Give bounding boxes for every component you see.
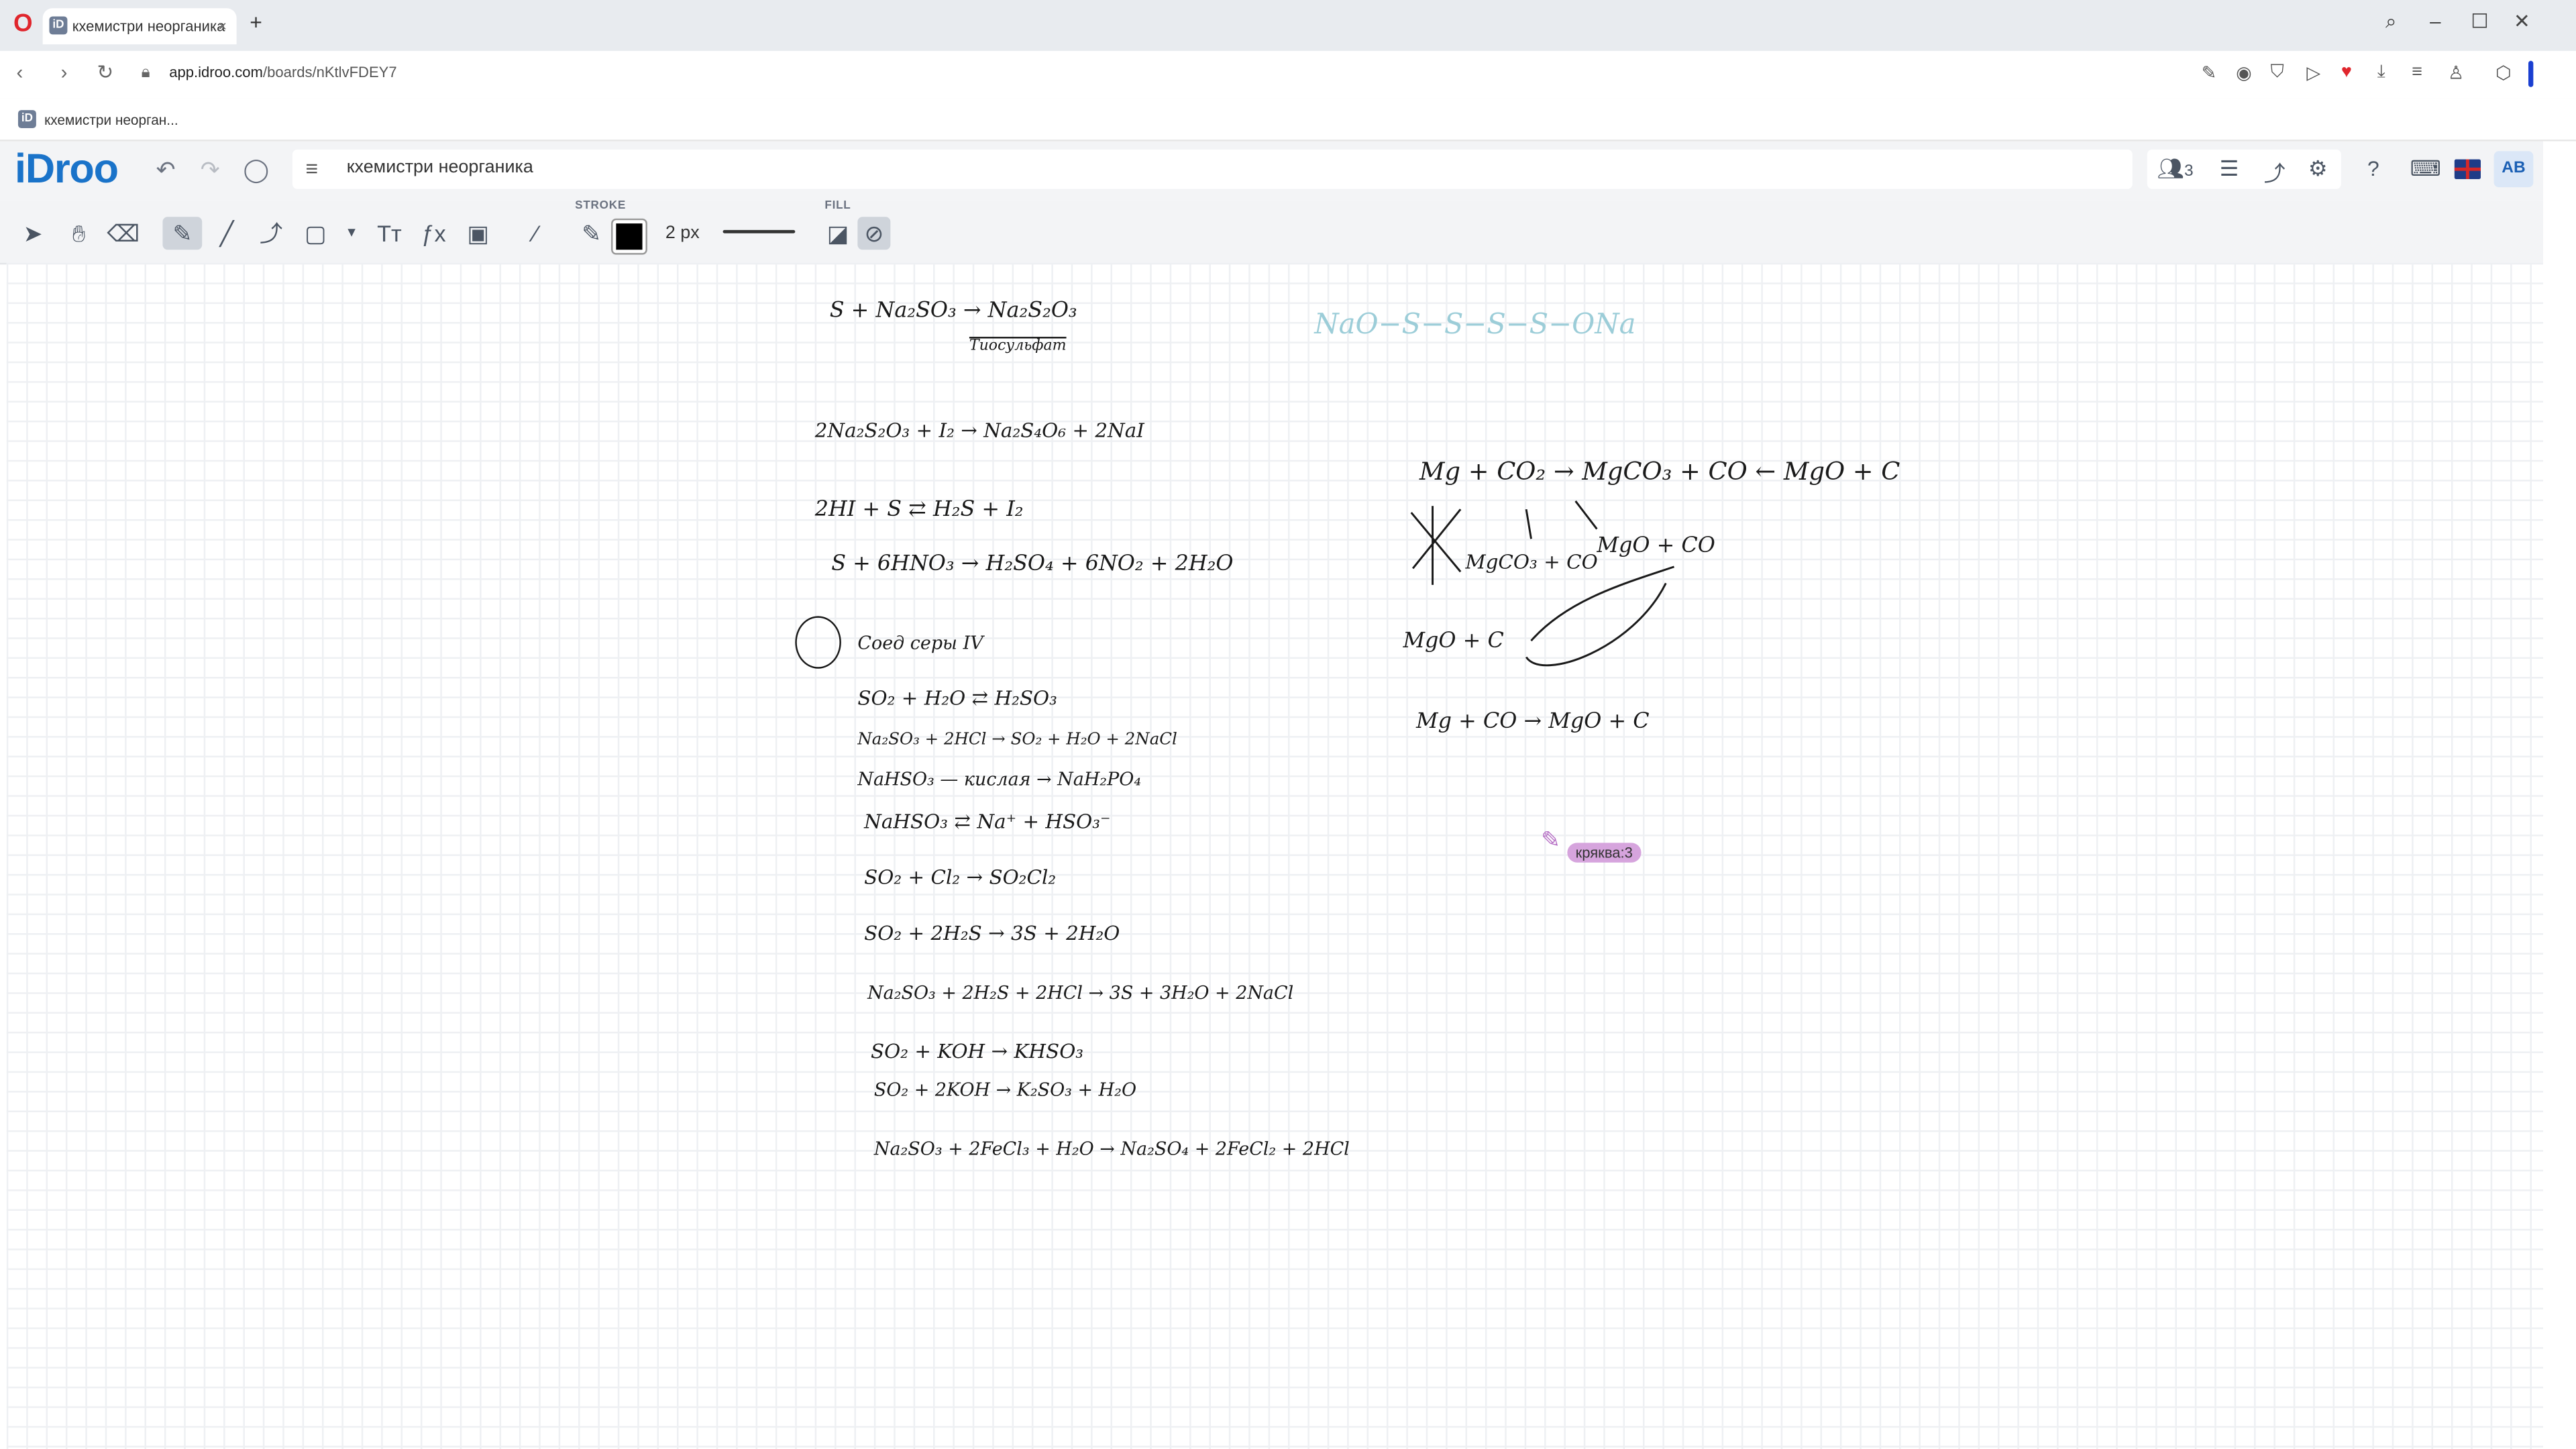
redo-icon[interactable]: ↷ [201,156,220,184]
pen-strokes [1410,500,1674,667]
polyline-tool-icon[interactable]: ⤴ [255,217,288,250]
extension-cube-icon[interactable]: ⬡ [2496,62,2512,84]
camera-icon[interactable]: ◉ [2236,62,2252,84]
bookmark-item[interactable]: кхемистри неорган... [44,112,178,128]
uk-flag-icon[interactable] [2454,159,2481,179]
hand-pan-icon[interactable]: ✋︎ [62,217,95,250]
play-icon[interactable]: ▷ [2306,62,2320,84]
download-icon[interactable]: ⤓ [2377,62,2385,84]
screen: O iD кхемистри неорганика × + ⌕ – ☐ ✕ ‹ … [0,0,2576,1449]
browser-tabstrip: O iD кхемистри неорганика × + ⌕ – ☐ ✕ [0,0,2576,51]
forward-icon[interactable]: › [61,61,68,84]
chat-icon[interactable]: ☰ [2220,156,2239,182]
line-tool-icon[interactable]: ╱ [210,217,243,250]
pen-tool-icon[interactable]: ✎ [162,217,203,250]
undo-icon[interactable]: ↶ [156,156,176,184]
back-icon[interactable]: ‹ [16,61,23,84]
url-domain: app.idroo.com [169,64,263,81]
hamburger-menu-icon[interactable]: ≡ [306,156,319,181]
sync-icon[interactable]: ◯ [243,156,268,184]
rectangle-tool-icon[interactable]: ▢ [299,217,332,250]
shield-icon[interactable]: ⛉ [2271,62,2284,84]
users-count: 3 [2184,162,2194,181]
idroo-logo[interactable]: iDroo [15,146,119,194]
stroke-style-sample[interactable] [722,229,796,233]
tab-title: кхемистри неорганика [72,17,225,35]
formula-tool-icon[interactable]: ƒx [417,217,450,250]
search-tabs-icon[interactable]: ⌕ [2385,10,2396,35]
whiteboard-canvas[interactable]: S + Na₂SO₃ → Na₂S₂O₃ Тиосульфат 2Na₂S₂O₃… [6,262,2544,1449]
text-tool-icon[interactable]: Tт [373,217,406,250]
select-cursor-icon[interactable]: ➤ [16,217,49,250]
arrow-strokes [1525,500,1598,539]
collaborator-name-tag: кряква:3 [1567,843,1642,863]
help-icon[interactable]: ? [2367,156,2379,181]
minimize-icon[interactable]: – [2430,10,2440,33]
close-window-icon[interactable]: ✕ [2514,10,2530,33]
right-gutter [2543,141,2576,1449]
profile-icon[interactable]: ♙ [2448,62,2464,84]
url-path: /boards/nKtlvFDEY7 [262,64,397,81]
idroo-favicon-icon: iD [49,16,68,35]
users-icon[interactable]: 👥︎3 [2157,156,2194,182]
stroke-group-label: STROKE [575,200,627,212]
no-fill-icon[interactable]: ⊘ [857,217,891,250]
reload-icon[interactable]: ↻ [97,61,113,84]
board-title[interactable]: кхемистри неорганика [347,158,533,177]
collaborator-pen-icon: ✎ [1541,826,1560,853]
maximize-icon[interactable]: ☐ [2471,10,2488,33]
keyboard-icon[interactable]: ⌨ [2410,156,2441,182]
heart-icon[interactable]: ♥ [2341,62,2352,82]
lock-icon: 🔒︎ [141,64,150,83]
bookmark-bar: iD кхемистри неорган... [0,98,2576,142]
stroke-pen-icon[interactable]: ✎ [575,217,608,250]
eyedropper-icon[interactable]: ⁄ [519,217,552,250]
address-bar: ‹ › ↻ 🔒︎ app.idroo.com/boards/nKtlvFDEY7… [0,50,2576,101]
user-avatar[interactable]: AB [2493,151,2534,188]
asterisk-stroke [1410,506,1462,585]
fill-group-label: FILL [824,200,851,212]
close-tab-icon[interactable]: × [218,8,227,44]
image-tool-icon[interactable]: ▣ [462,217,494,250]
edit-icon[interactable]: ✎ [2202,62,2217,84]
browser-tab[interactable]: iD кхемистри неорганика × [42,8,237,45]
drawing-toolbar: ➤ ✋︎ ⌫ ✎ ╱ ⤴ ▢ ▼ Tт ƒx ▣ ⁄ STROKE ✎ 2 px… [0,200,2544,265]
app-header: iDroo ↶ ↷ ◯ ≡ кхемистри неорганика 👥︎3 ☰… [0,141,2544,201]
url-field[interactable]: app.idroo.com/boards/nKtlvFDEY7 [169,64,396,80]
stroke-width-value[interactable]: 2 px [665,223,700,243]
bookmark-favicon-icon: iD [17,110,36,129]
shape-dropdown-chevron-icon[interactable]: ▼ [335,217,368,250]
header-right-group: 👥︎3 ☰ ⤴ ⚙ [2147,149,2341,189]
share-icon[interactable]: ⤴ [2264,156,2286,188]
settings-gear-icon[interactable]: ⚙ [2308,156,2328,182]
stroke-color-swatch[interactable] [612,220,646,254]
eraser-icon[interactable]: ⌫ [107,217,140,250]
opera-logo-icon[interactable]: O [10,11,36,38]
menu-lines-icon[interactable]: ≡ [2412,62,2422,82]
board-title-bar[interactable]: ≡ кхемистри неорганика [292,149,2133,189]
sidebar-indicator [2528,60,2534,87]
fill-bucket-icon[interactable]: ◪ [822,217,855,250]
new-tab-button[interactable]: + [250,10,262,35]
